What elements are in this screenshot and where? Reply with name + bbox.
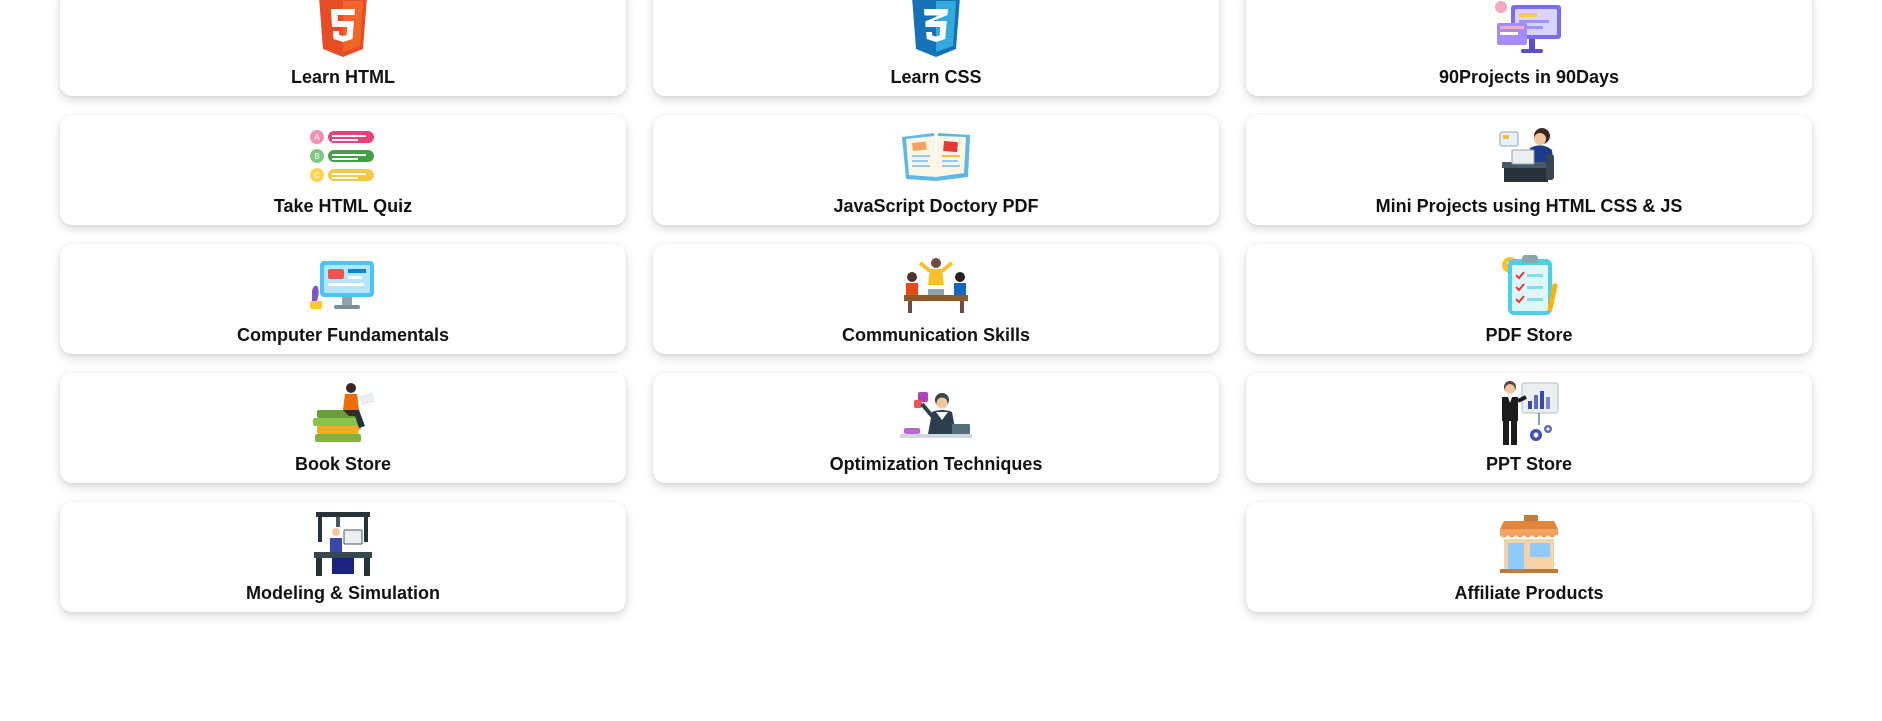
card-learn-html[interactable]: Learn HTML <box>60 0 626 96</box>
card-book-store[interactable]: Book Store <box>60 373 626 483</box>
card-label: Affiliate Products <box>1454 583 1604 603</box>
card-mini-projects[interactable]: Mini Projects using HTML CSS & JS <box>1246 115 1812 225</box>
card-html-quiz[interactable]: A B C Take HTML Quiz <box>60 115 626 225</box>
svg-text:B: B <box>314 152 319 161</box>
card-label: Optimization Techniques <box>829 454 1043 474</box>
card-label: PDF Store <box>1485 325 1573 345</box>
card-optimization-techniques[interactable]: Optimization Techniques <box>653 373 1219 483</box>
simulation-machine-icon <box>303 510 383 576</box>
computer-monitor-icon <box>303 252 383 318</box>
card-label: PPT Store <box>1485 454 1573 474</box>
card-pdf-store[interactable]: ? PDF Store <box>1246 244 1812 354</box>
card-label: Modeling & Simulation <box>246 583 440 603</box>
svg-text:A: A <box>314 133 320 142</box>
course-grid: Learn HTML Learn CSS 90Projects in 90Day… <box>0 0 1882 721</box>
team-meeting-icon <box>896 252 976 318</box>
card-label: Communication Skills <box>841 325 1031 345</box>
projects-dashboard-icon <box>1489 0 1569 60</box>
html5-icon <box>303 0 383 60</box>
businessman-desk-icon <box>896 381 976 447</box>
card-affiliate-products[interactable]: Affiliate Products <box>1246 502 1812 612</box>
presenter-board-icon <box>1489 381 1569 447</box>
card-communication-skills[interactable]: Communication Skills <box>653 244 1219 354</box>
card-label: Book Store <box>294 454 391 474</box>
card-label: JavaScript Doctory PDF <box>833 196 1039 216</box>
storefront-icon <box>1489 510 1569 576</box>
svg-text:C: C <box>314 171 320 180</box>
person-at-laptop-icon <box>1489 123 1569 189</box>
card-computer-fundamentals[interactable]: Computer Fundamentals <box>60 244 626 354</box>
card-js-doctory-pdf[interactable]: JavaScript Doctory PDF <box>653 115 1219 225</box>
card-label: 90Projects in 90Days <box>1438 67 1620 87</box>
reading-on-books-icon <box>303 381 383 447</box>
card-learn-css[interactable]: Learn CSS <box>653 0 1219 96</box>
card-label: Learn HTML <box>290 67 395 87</box>
open-book-icon <box>896 123 976 189</box>
card-label: Take HTML Quiz <box>273 196 413 216</box>
card-label: Computer Fundamentals <box>236 325 450 345</box>
card-ppt-store[interactable]: PPT Store <box>1246 373 1812 483</box>
card-90projects[interactable]: 90Projects in 90Days <box>1246 0 1812 96</box>
card-label: Learn CSS <box>890 67 982 87</box>
card-modeling-simulation[interactable]: Modeling & Simulation <box>60 502 626 612</box>
card-label: Mini Projects using HTML CSS & JS <box>1375 196 1683 216</box>
clipboard-checklist-icon: ? <box>1489 252 1569 318</box>
quiz-options-icon: A B C <box>303 123 383 189</box>
css3-icon <box>896 0 976 60</box>
